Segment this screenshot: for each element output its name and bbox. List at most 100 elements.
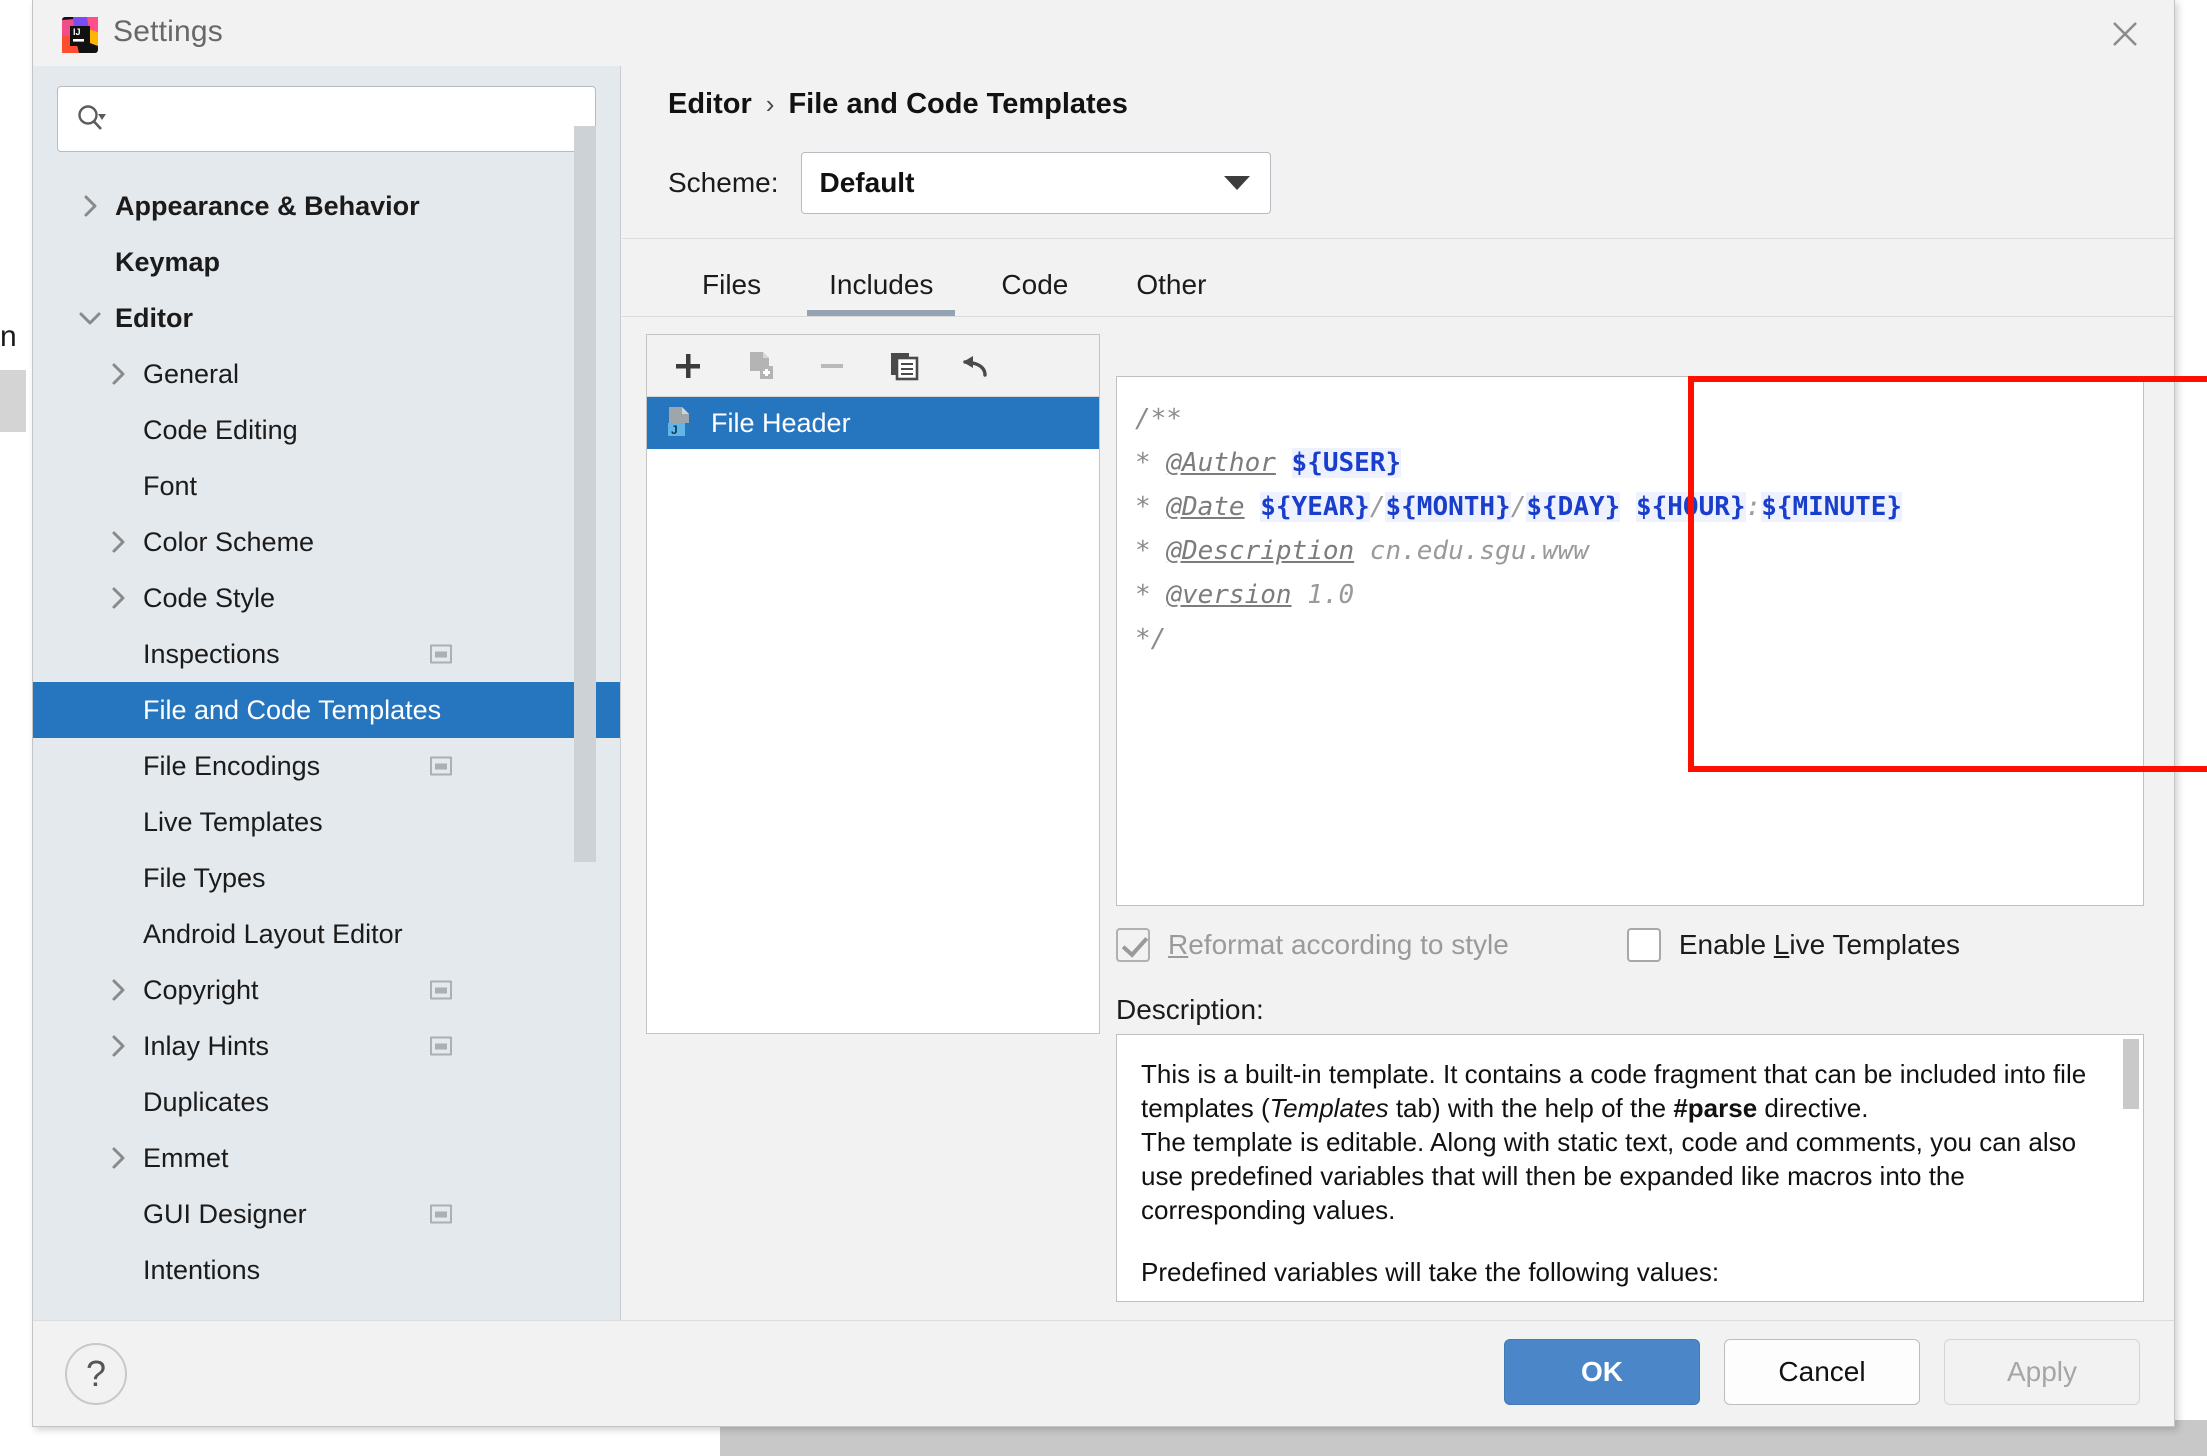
description-label: Description:: [1116, 994, 1264, 1025]
template-list[interactable]: J File Header: [647, 397, 1099, 449]
scheme-dropdown[interactable]: Default: [800, 152, 1271, 214]
project-level-icon: [430, 1204, 452, 1224]
list-item[interactable]: J File Header: [647, 397, 1099, 449]
enable-live-templates-checkbox[interactable]: Enable Live Templates: [1626, 928, 1960, 962]
template-tabs: Files Includes Code Other: [668, 254, 1240, 316]
sidebar-scrollbar[interactable]: [574, 126, 596, 862]
breadcrumb-parent[interactable]: Editor: [668, 88, 752, 121]
sidebar-item-font[interactable]: Font: [33, 458, 620, 514]
description-paragraph-3: Predefined variables will take the follo…: [1141, 1257, 1720, 1287]
close-icon[interactable]: [2098, 10, 2152, 58]
template-code-text[interactable]: /** * @Author ${USER} * @Date ${YEAR}/${MO…: [1117, 377, 2143, 661]
checkbox-label-post: eformat according to style: [1188, 929, 1509, 960]
chevron-right-icon[interactable]: [103, 975, 133, 1005]
sidebar-item-keymap[interactable]: Keymap: [33, 234, 620, 290]
chevron-down-icon[interactable]: [75, 303, 105, 333]
scheme-label: Scheme:: [668, 167, 779, 198]
checkbox-box[interactable]: [1626, 928, 1661, 962]
code-token-plain: :: [1745, 492, 1762, 522]
sidebar-item-file-encodings[interactable]: File Encodings: [33, 738, 620, 794]
code-token-comment: /**: [1135, 404, 1182, 434]
tab-label: Other: [1136, 269, 1207, 300]
chevron-right-icon[interactable]: [103, 1031, 133, 1061]
sidebar-item-live-templates[interactable]: Live Templates: [33, 794, 620, 850]
checkbox-box[interactable]: [1116, 928, 1150, 962]
create-template-from-file-button[interactable]: [737, 343, 783, 389]
sidebar-item-copyright[interactable]: Copyright: [33, 962, 620, 1018]
code-token-var: ${HOUR}: [1635, 492, 1746, 522]
intellij-idea-logo-icon: IJ: [61, 16, 99, 54]
sidebar-item-file-types[interactable]: File Types: [33, 850, 620, 906]
copy-template-button[interactable]: [881, 343, 927, 389]
template-list-panel: J File Header: [646, 334, 1100, 1034]
sidebar-item-label: Duplicates: [143, 1086, 270, 1117]
chevron-right-icon[interactable]: [103, 1143, 133, 1173]
sidebar-item-appearance-behavior[interactable]: Appearance & Behavior: [33, 178, 620, 234]
scheme-selected-value: Default: [819, 167, 915, 198]
sidebar-item-intentions[interactable]: Intentions: [33, 1242, 620, 1298]
add-template-button[interactable]: [665, 343, 711, 389]
tab-code[interactable]: Code: [967, 254, 1102, 316]
reformat-according-to-style-checkbox[interactable]: Reformat according to style: [1116, 928, 1509, 962]
sidebar-item-label: Live Templates: [143, 806, 323, 837]
code-token-plain: /: [1510, 492, 1527, 522]
code-token-tag: @Author: [1166, 448, 1276, 478]
sidebar-item-label: Font: [143, 470, 198, 501]
sidebar-item-label: Emmet: [143, 1142, 229, 1173]
code-token-var: ${USER}: [1291, 448, 1402, 478]
description-paragraph-1: This is a built-in template. It contains…: [1141, 1057, 2107, 1125]
help-icon[interactable]: ?: [65, 1343, 127, 1405]
sidebar-item-color-scheme[interactable]: Color Scheme: [33, 514, 620, 570]
template-code-editor[interactable]: /** * @Author ${USER} * @Date ${YEAR}/${MO…: [1116, 376, 2144, 906]
template-options-row: Reformat according to style Enable Live T…: [1116, 928, 1960, 962]
sidebar-item-label: Android Layout Editor: [143, 918, 403, 949]
checkbox-label-mnemonic: L: [1773, 929, 1790, 960]
sidebar-item-code-editing[interactable]: Code Editing: [33, 402, 620, 458]
tab-label: Files: [702, 269, 762, 300]
description-scrollbar[interactable]: [2123, 1039, 2139, 1109]
sidebar-item-editor[interactable]: Editor: [33, 290, 620, 346]
java-template-icon: J: [663, 404, 697, 443]
sidebar-item-emmet[interactable]: Emmet: [33, 1130, 620, 1186]
sidebar-item-label: Code Style: [143, 582, 276, 613]
remove-template-button[interactable]: [809, 343, 855, 389]
breadcrumb-separator-icon: ›: [765, 89, 775, 119]
sidebar-item-file-and-code-templates[interactable]: File and Code Templates: [33, 682, 620, 738]
sidebar-item-label: Copyright: [143, 974, 259, 1005]
sidebar-item-general[interactable]: General: [33, 346, 620, 402]
tab-label: Includes: [829, 269, 934, 300]
tab-other[interactable]: Other: [1102, 254, 1240, 316]
search-box[interactable]: [57, 86, 596, 152]
code-token-plain: 1.0: [1291, 580, 1355, 610]
code-token-comment: *: [1135, 448, 1167, 478]
settings-tree[interactable]: Appearance & Behavior Keymap Editor General…: [33, 178, 620, 1321]
sidebar-item-code-style[interactable]: Code Style: [33, 570, 620, 626]
code-line: /**: [1135, 397, 2127, 441]
tab-files[interactable]: Files: [668, 254, 795, 316]
footer-buttons: OK Cancel Apply: [1504, 1339, 2140, 1405]
code-token-plain: cn.edu.sgu.www: [1354, 536, 1589, 566]
sidebar-item-label: Color Scheme: [143, 526, 315, 557]
tab-includes[interactable]: Includes: [795, 254, 967, 316]
reset-template-button[interactable]: [953, 343, 999, 389]
project-level-icon: [430, 1036, 452, 1056]
project-level-icon: [430, 644, 452, 664]
sidebar-item-label: Keymap: [115, 246, 221, 277]
sidebar-item-inspections[interactable]: Inspections: [33, 626, 620, 682]
code-token-comment: *: [1135, 580, 1167, 610]
chevron-right-icon[interactable]: [75, 191, 105, 221]
breadcrumb: Editor › File and Code Templates: [668, 88, 1128, 121]
ok-button[interactable]: OK: [1504, 1339, 1700, 1405]
sidebar-item-inlay-hints[interactable]: Inlay Hints: [33, 1018, 620, 1074]
description-panel: This is a built-in template. It contains…: [1116, 1034, 2144, 1302]
sidebar-item-gui-designer[interactable]: GUI Designer: [33, 1186, 620, 1242]
search-input[interactable]: [114, 103, 579, 135]
sidebar-item-duplicates[interactable]: Duplicates: [33, 1074, 620, 1130]
cancel-button[interactable]: Cancel: [1724, 1339, 1920, 1405]
chevron-right-icon[interactable]: [103, 359, 133, 389]
tabs-underline: [622, 316, 2174, 317]
sidebar-item-android-layout-editor[interactable]: Android Layout Editor: [33, 906, 620, 962]
chevron-right-icon[interactable]: [103, 583, 133, 613]
tab-label: Code: [1001, 269, 1069, 300]
chevron-right-icon[interactable]: [103, 527, 133, 557]
